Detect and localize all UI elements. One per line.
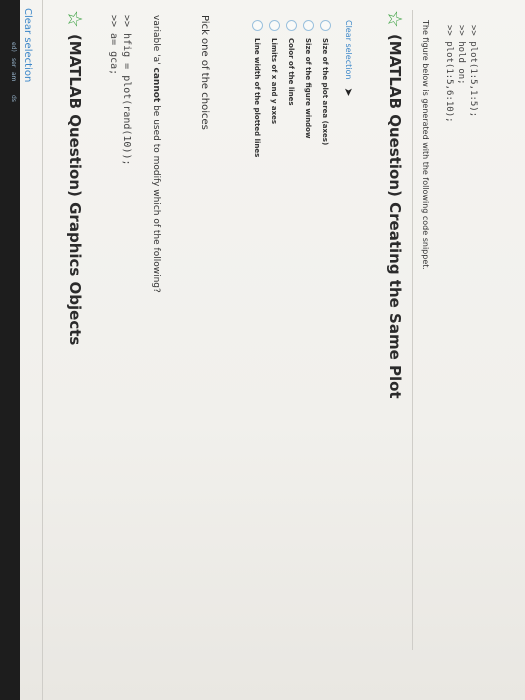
choice-figure-size[interactable]: Size of the figure window xyxy=(303,20,314,157)
clear-selection-row: Clear selection ➤ xyxy=(342,20,355,97)
edge-label: ed) xyxy=(10,42,17,52)
star-icon[interactable]: ☆ xyxy=(383,10,407,28)
rotated-page: Clear selection ☆ (MATLAB Question) Grap… xyxy=(0,0,525,700)
question1-title: (MATLAB Question) Graphics Objects xyxy=(66,33,84,346)
code-line: >> hold on; xyxy=(456,25,466,85)
divider-top xyxy=(42,0,43,700)
prompt-bold: cannot xyxy=(151,67,161,103)
star-icon[interactable]: ☆ xyxy=(63,10,87,28)
edge-label: am xyxy=(10,72,17,82)
question1-prompt: variable 'a' cannot be used to modify wh… xyxy=(151,15,161,293)
choice-label: Color of the lines xyxy=(287,38,296,106)
question2-code: >> plot(1:5,1:5); >> hold on; >> plot(1:… xyxy=(443,25,479,123)
choice-label: Size of the plot area (axes) xyxy=(321,38,330,146)
question1-code: >> hfig = plot(rand(10)); >> a= gca; xyxy=(107,15,133,166)
mouse-cursor-icon: ➤ xyxy=(342,87,355,97)
choice-list: Line width of the plotted lines Limits o… xyxy=(252,20,331,157)
question1-header: ☆ (MATLAB Question) Graphics Objects xyxy=(63,10,87,346)
pick-label: Pick one of the choices xyxy=(199,15,210,130)
code-line: >> plot(1:5,1:5); xyxy=(468,25,478,118)
choice-axes-size[interactable]: Size of the plot area (axes) xyxy=(320,20,331,157)
radio-button[interactable] xyxy=(286,20,297,31)
radio-button[interactable] xyxy=(269,20,280,31)
choice-label: Line width of the plotted lines xyxy=(253,38,262,158)
left-app-edge: ds am ser ed) xyxy=(0,0,20,700)
code-line: >> a= gca; xyxy=(108,15,119,76)
choice-label: Size of the figure window xyxy=(304,38,313,139)
radio-button[interactable] xyxy=(303,20,314,31)
prompt-text: variable 'a' xyxy=(151,15,161,68)
edge-label: ds xyxy=(10,95,17,102)
clear-selection-link-top[interactable]: Clear selection xyxy=(22,8,33,82)
clear-selection-link[interactable]: Clear selection xyxy=(344,20,353,79)
question2-title: (MATLAB Question) Creating the Same Plot xyxy=(386,33,404,399)
question2-header: ☆ (MATLAB Question) Creating the Same Pl… xyxy=(383,10,407,399)
prompt-text-end: be used to modify which of the following… xyxy=(151,102,161,293)
radio-button[interactable] xyxy=(252,20,263,31)
divider-q2 xyxy=(412,10,413,650)
question2-description: The figure below is generated with the f… xyxy=(421,20,430,270)
code-line: >> plot(1:5,6:10); xyxy=(444,25,454,123)
choice-line-width[interactable]: Line width of the plotted lines xyxy=(252,20,263,157)
radio-button[interactable] xyxy=(320,20,331,31)
edge-label: ser xyxy=(10,58,17,68)
code-line: >> hfig = plot(rand(10)); xyxy=(121,15,132,166)
choice-line-color[interactable]: Color of the lines xyxy=(286,20,297,157)
choice-label: Limits of x and y axes xyxy=(270,38,279,125)
choice-axis-limits[interactable]: Limits of x and y axes xyxy=(269,20,280,157)
